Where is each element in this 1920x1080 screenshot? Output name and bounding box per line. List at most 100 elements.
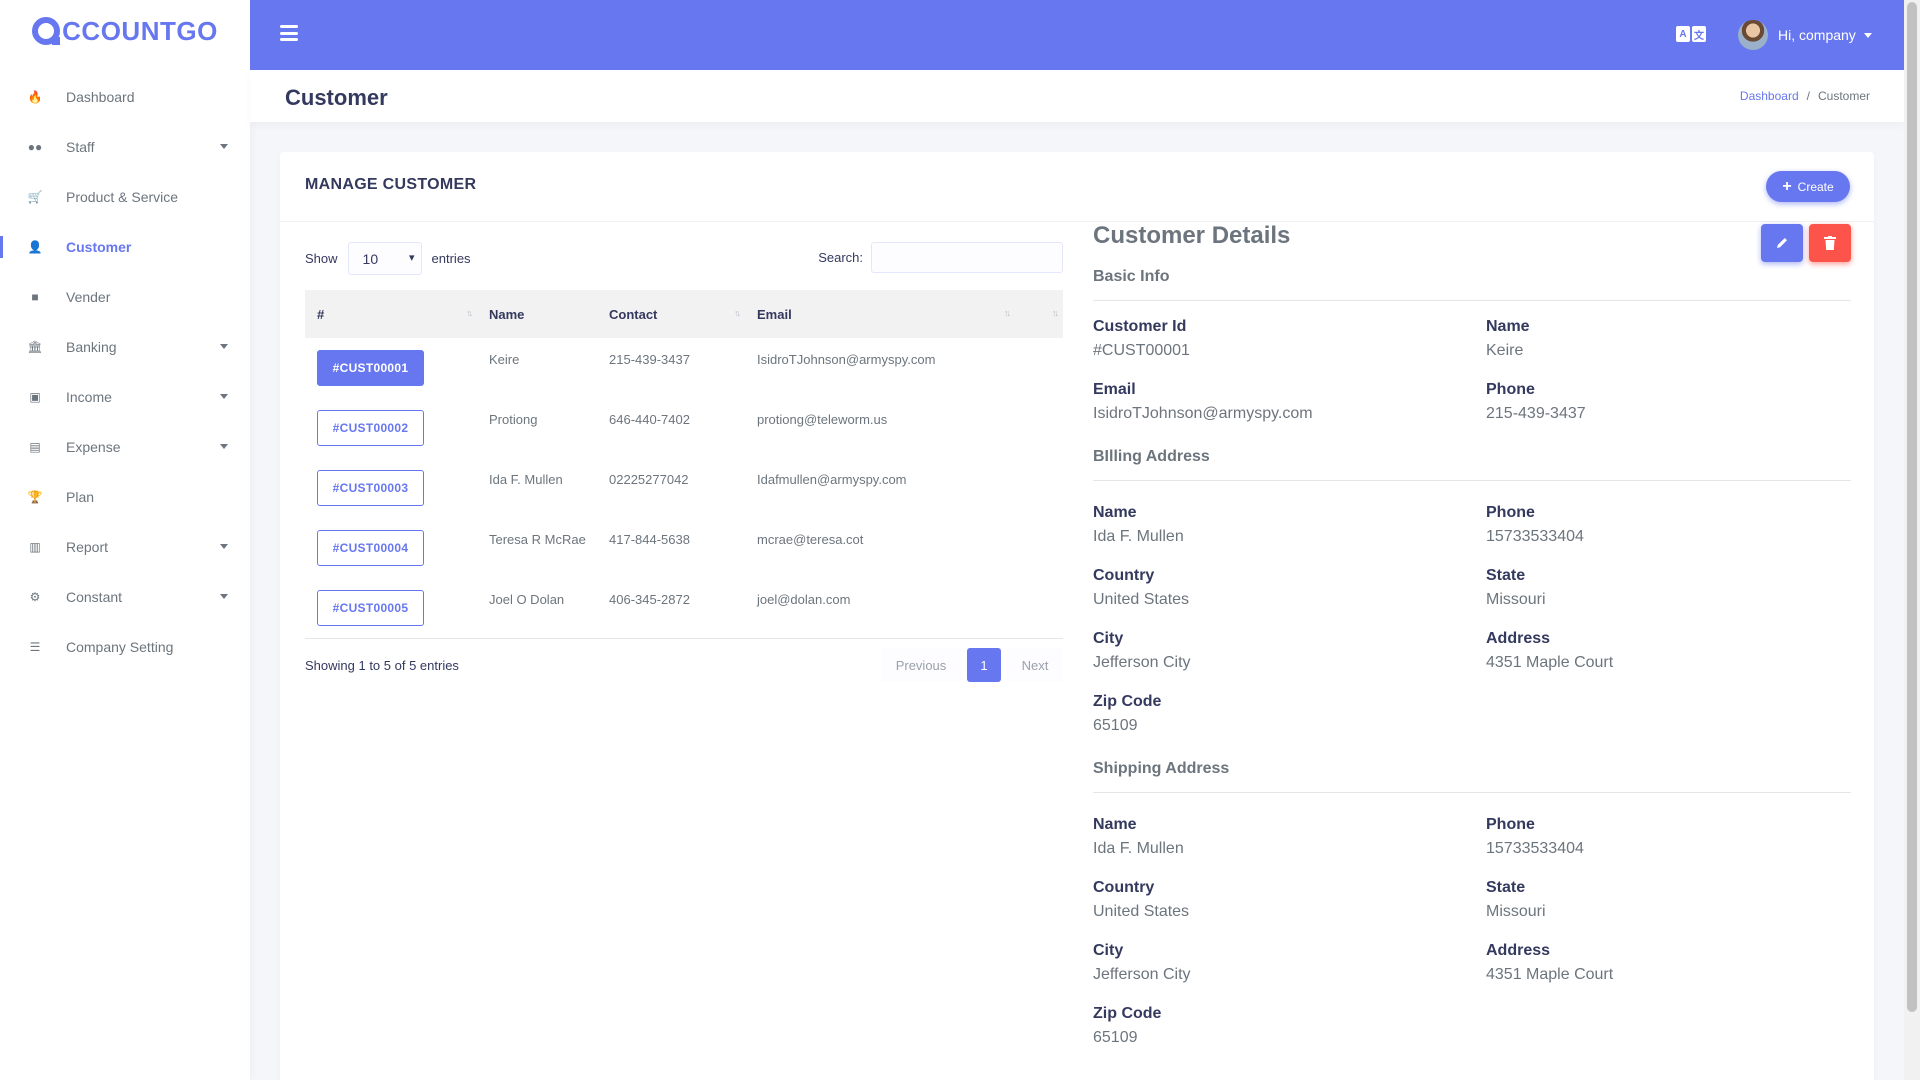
customer-table: # ↑↓ Name Contact ↑↓ Email ↑↓ ↑↓ #CUST00001 … (305, 290, 1063, 639)
pagination-page-1[interactable]: 1 (967, 648, 1001, 682)
cell-name: Teresa R McRae (489, 532, 586, 547)
trophy-icon: 🏆 (27, 490, 43, 504)
customer-id-button[interactable]: #CUST00001 (317, 350, 424, 386)
breadcrumb-home-link[interactable]: Dashboard (1740, 89, 1799, 103)
cell-email: IsidroTJohnson@armyspy.com (757, 352, 936, 367)
sort-icon: ↑↓ (1004, 308, 1011, 318)
search-control: Search: (818, 242, 1063, 273)
user-greeting: Hi, company (1778, 27, 1856, 43)
billing-address-field: Address 4351 Maple Court (1486, 630, 1614, 671)
billing-country-field: Country United States (1093, 567, 1190, 608)
cell-email: Idafmullen@armyspy.com (757, 472, 907, 487)
email-field: Email IsidroTJohnson@armyspy.com (1093, 381, 1313, 422)
pencil-icon (1777, 238, 1787, 248)
shipping-state-field: State Missouri (1486, 879, 1546, 920)
sidebar-item-label: Customer (66, 239, 132, 255)
chevron-down-icon (220, 594, 228, 599)
sidebar-menu: 🔥 Dashboard ●● Staff 🛒 Product & Service… (0, 72, 250, 672)
sidebar-item-label: Dashboard (66, 89, 135, 105)
customer-id-button[interactable]: #CUST00004 (317, 530, 424, 566)
customer-id-button[interactable]: #CUST00002 (317, 410, 424, 446)
sidebar-item-label: Staff (66, 139, 95, 155)
pagination-next[interactable]: Next (1007, 648, 1063, 682)
table-header-row: # ↑↓ Name Contact ↑↓ Email ↑↓ ↑↓ (305, 290, 1063, 338)
table-row[interactable]: #CUST00005 Joel O Dolan 406-345-2872 joe… (305, 578, 1063, 638)
plus-icon: + (1782, 177, 1792, 195)
entries-label: entries (431, 251, 471, 266)
sidebar-item-product-service[interactable]: 🛒 Product & Service (0, 172, 250, 222)
users-icon: ●● (27, 140, 43, 154)
column-header-contact[interactable]: Contact ↑↓ (597, 290, 745, 338)
sidebar-item-customer[interactable]: 👤 Customer (0, 222, 250, 272)
sidebar-item-report[interactable]: ▥ Report (0, 522, 250, 572)
scrollbar-thumb[interactable] (1907, 2, 1917, 1012)
page-length-control: Show 10 entries (305, 242, 471, 275)
sidebar-item-vender[interactable]: ■ Vender (0, 272, 250, 322)
breadcrumb: Dashboard / Customer (1740, 89, 1870, 103)
basic-info-heading: Basic Info (1093, 268, 1170, 285)
cell-email: mcrae@teresa.cot (757, 532, 864, 547)
chevron-down-icon (220, 144, 228, 149)
details-title: Customer Details (1093, 222, 1291, 249)
search-input[interactable] (871, 242, 1063, 273)
table-row[interactable]: #CUST00002 Protiong 646-440-7402 protion… (305, 398, 1063, 458)
cell-contact: 646-440-7402 (609, 412, 690, 427)
table-row[interactable]: #CUST00003 Ida F. Mullen 02225277042 Ida… (305, 458, 1063, 518)
sidebar-item-constant[interactable]: ⚙ Constant (0, 572, 250, 622)
cell-contact: 417-844-5638 (609, 532, 690, 547)
sidebar-item-label: Vender (66, 289, 111, 305)
sidebar-item-dashboard[interactable]: 🔥 Dashboard (0, 72, 250, 122)
page-scrollbar[interactable] (1904, 0, 1920, 1080)
chevron-down-icon (1863, 32, 1872, 38)
sidebar-item-staff[interactable]: ●● Staff (0, 122, 250, 172)
table-info: Showing 1 to 5 of 5 entries (305, 658, 459, 673)
sliders-icon: ☰ (29, 640, 41, 654)
sidebar-item-expense[interactable]: ▤ Expense (0, 422, 250, 472)
column-header-email[interactable]: Email ↑↓ ↑↓ (745, 290, 1063, 338)
app-logo[interactable]: CCOUNTGO (0, 0, 250, 62)
cell-contact: 215-439-3437 (609, 352, 690, 367)
customer-id-field: Customer Id #CUST00001 (1093, 318, 1190, 359)
sidebar-item-banking[interactable]: 🏛 Banking (0, 322, 250, 372)
money-icon: ▣ (29, 390, 41, 404)
cart-icon: 🛒 (27, 190, 43, 204)
sidebar-item-income[interactable]: ▣ Income (0, 372, 250, 422)
divider (1093, 792, 1851, 793)
card-header: MANAGE CUSTOMER + Create (280, 152, 1874, 222)
sidebar: CCOUNTGO 🔥 Dashboard ●● Staff 🛒 Product … (0, 0, 250, 1080)
edit-button[interactable] (1761, 224, 1803, 262)
create-button[interactable]: + Create (1766, 171, 1850, 202)
breadcrumb-separator: / (1806, 89, 1810, 103)
page-length-select[interactable]: 10 (347, 242, 422, 275)
sidebar-item-company-setting[interactable]: ☰ Company Setting (0, 622, 250, 672)
cell-name: Ida F. Mullen (489, 472, 563, 487)
shipping-address-field: Address 4351 Maple Court (1486, 942, 1614, 983)
table-row[interactable]: #CUST00004 Teresa R McRae 417-844-5638 m… (305, 518, 1063, 578)
column-header-id[interactable]: # ↑↓ (305, 290, 477, 338)
table-row[interactable]: #CUST00001 Keire 215-439-3437 IsidroTJoh… (305, 338, 1063, 398)
shipping-zip-field: Zip Code 65109 (1093, 1005, 1162, 1046)
customer-id-button[interactable]: #CUST00003 (317, 470, 424, 506)
shipping-address-heading: Shipping Address (1093, 760, 1230, 777)
billing-name-field: Name Ida F. Mullen (1093, 504, 1184, 545)
cell-email: protiong@teleworm.us (757, 412, 888, 427)
sidebar-item-label: Product & Service (66, 189, 179, 205)
chart-icon: ▥ (29, 540, 41, 554)
billing-zip-field: Zip Code 65109 (1093, 693, 1162, 734)
page-length-value: 10 (362, 250, 379, 267)
shipping-city-field: City Jefferson City (1093, 942, 1191, 983)
card-title: MANAGE CUSTOMER (305, 176, 477, 193)
pagination-previous[interactable]: Previous (881, 648, 961, 682)
chevron-down-icon (220, 444, 228, 449)
sidebar-item-plan[interactable]: 🏆 Plan (0, 472, 250, 522)
chevron-down-icon (220, 344, 228, 349)
top-navbar: A文 Hi, company (250, 0, 1904, 70)
delete-button[interactable] (1809, 224, 1851, 262)
user-menu[interactable]: Hi, company (1738, 20, 1872, 50)
customer-id-button[interactable]: #CUST00005 (317, 590, 424, 626)
hamburger-menu-icon[interactable] (280, 25, 298, 41)
name-field: Name Keire (1486, 318, 1530, 359)
column-header-name[interactable]: Name (477, 290, 597, 338)
billing-city-field: City Jefferson City (1093, 630, 1191, 671)
translate-icon[interactable]: A文 (1676, 26, 1706, 42)
